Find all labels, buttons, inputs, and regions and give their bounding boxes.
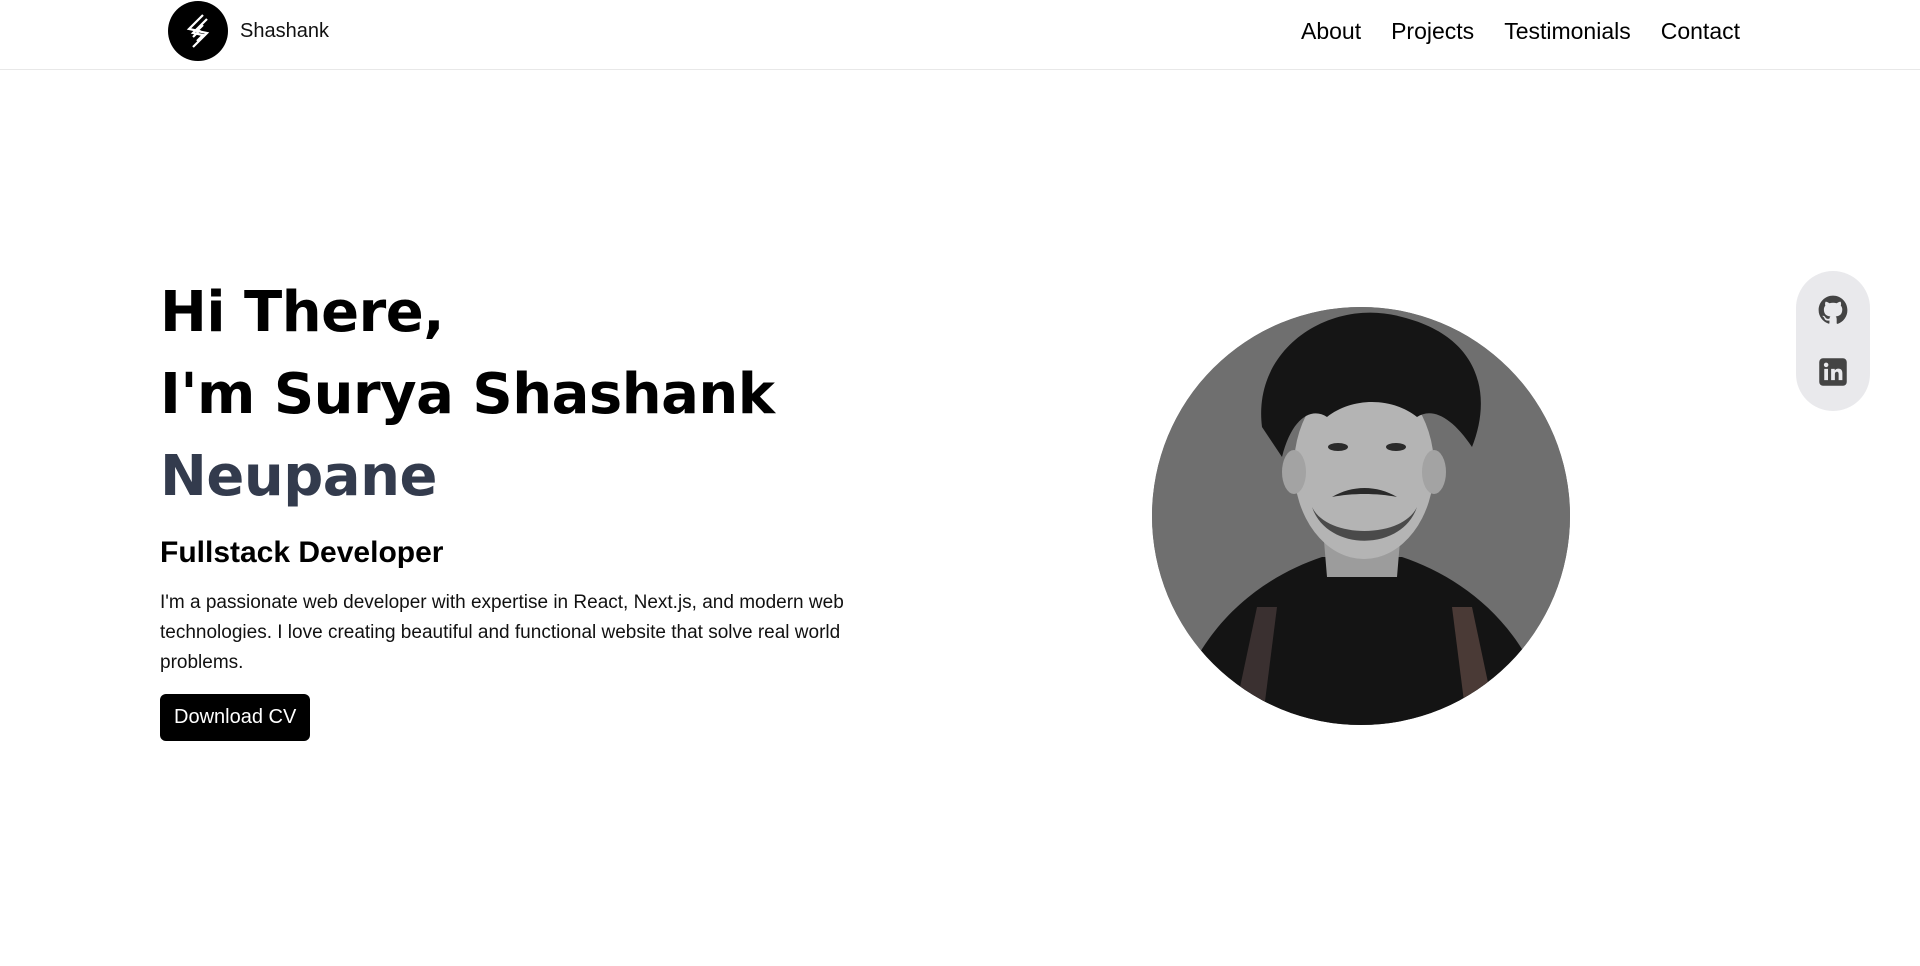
nav-about[interactable]: About [1301,18,1361,45]
brand-name: Shashank [240,19,329,42]
greeting-line-3: Neupane [160,444,437,509]
main-nav: About Projects Testimonials Contact [1301,18,1740,45]
download-cv-button[interactable]: Download CV [160,694,311,741]
greeting-line-2: I'm Surya Shashank [160,362,775,427]
nav-projects[interactable]: Projects [1391,18,1474,45]
nav-testimonials[interactable]: Testimonials [1504,18,1631,45]
bio-text: I'm a passionate web developer with expe… [160,592,844,673]
github-icon[interactable] [1818,295,1848,325]
brand-link[interactable]: Shashank [168,1,329,61]
s-monogram-logo-icon [168,1,228,61]
profile-photo [1152,307,1570,725]
social-links-rail [1796,271,1870,411]
site-header: Shashank About Projects Testimonials Con… [0,0,1920,70]
hero-heading: Hi There, I'm Surya Shashank Neupane [160,272,920,518]
hero-section: Hi There, I'm Surya Shashank Neupane Ful… [160,272,920,741]
greeting-line-1: Hi There, [160,280,444,345]
linkedin-icon[interactable] [1818,357,1848,387]
role-title: Fullstack Developer [160,536,444,569]
nav-contact[interactable]: Contact [1661,18,1740,45]
